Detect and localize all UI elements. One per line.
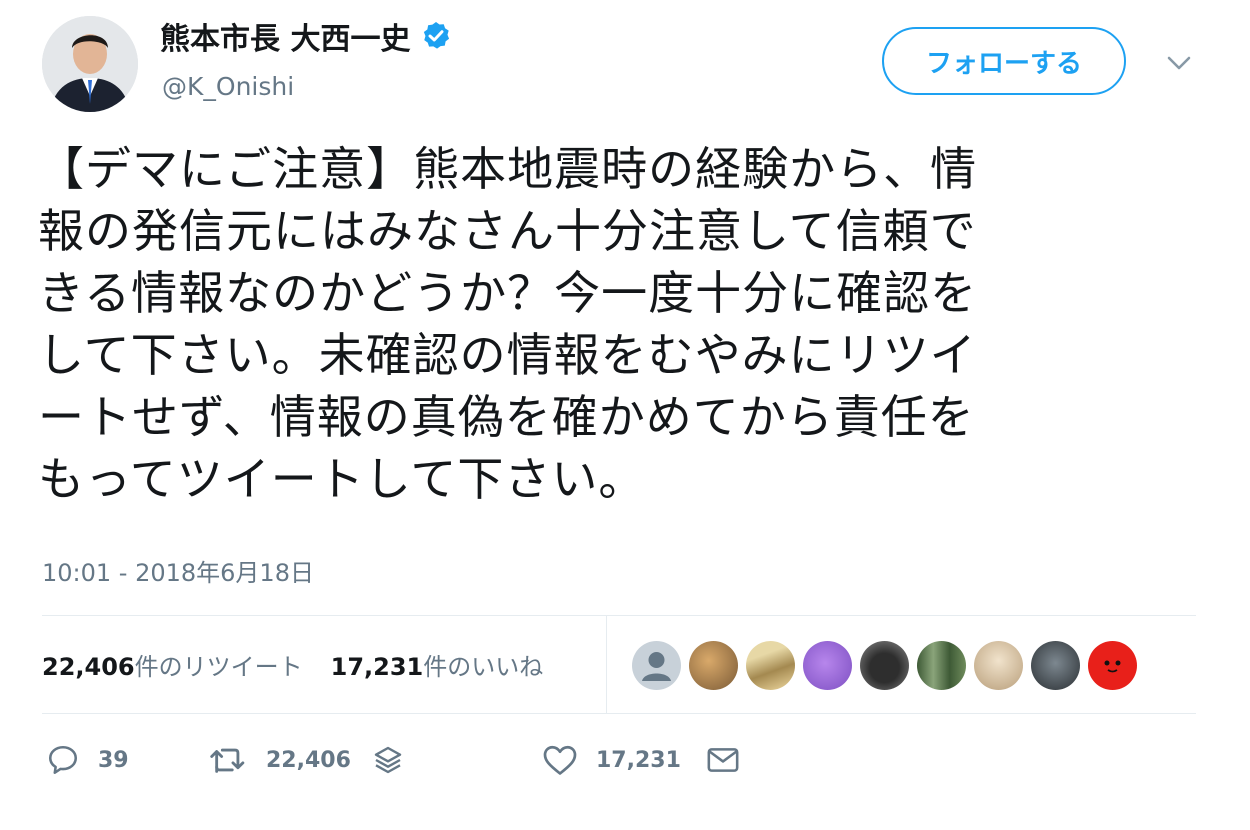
retweets-stat[interactable]: 22,406件のリツイート (42, 647, 303, 682)
liker-avatar-1[interactable] (632, 641, 681, 690)
tweet-text: 【デマにご注意】熊本地震時の経験から、情 報の発信元にはみなさん十分注意して信頼… (38, 142, 978, 506)
likes-stat[interactable]: 17,231件のいいね (331, 647, 544, 682)
layers-icon (374, 746, 402, 774)
more-menu-button[interactable] (1162, 48, 1196, 78)
retweet-button[interactable]: 22,406 (208, 738, 351, 782)
liker-avatars (632, 641, 1137, 690)
default-avatar-icon (642, 652, 671, 681)
tweet-actions: 39 22,406 17,231 (46, 738, 766, 782)
author-name[interactable]: 熊本市長 大西一史 (160, 14, 452, 58)
share-stack-button[interactable] (372, 738, 404, 782)
retweet-icon (210, 748, 245, 773)
liker-avatar-5[interactable] (860, 641, 909, 690)
likes-stat-label: 件のいいね (423, 653, 544, 681)
tweet-card: 熊本市長 大西一史 @K_Onishi フォローする 【デマにご注意】熊本地震時… (0, 0, 1250, 830)
verified-badge-icon (420, 20, 452, 52)
heart-icon (543, 745, 577, 775)
red-character-icon (1104, 660, 1121, 673)
retweet-count: 22,406 (266, 747, 351, 773)
reply-count: 39 (98, 747, 129, 773)
liker-avatar-8[interactable] (1031, 641, 1080, 690)
reply-icon (48, 745, 78, 775)
tweet-stats: 22,406件のリツイート 17,231件のいいね (42, 616, 543, 713)
liker-avatar-6[interactable] (917, 641, 966, 690)
direct-message-button[interactable] (706, 738, 740, 782)
display-name-text: 熊本市長 大西一史 (160, 22, 411, 57)
liker-avatar-4[interactable] (803, 641, 852, 690)
tweet-timestamp[interactable]: 10:01 - 2018年6月18日 (42, 553, 314, 588)
envelope-icon (707, 748, 739, 772)
divider (42, 713, 1196, 714)
retweets-stat-count: 22,406 (42, 653, 135, 681)
liker-avatar-3[interactable] (746, 641, 795, 690)
reply-button[interactable]: 39 (46, 738, 129, 782)
like-button[interactable]: 17,231 (542, 738, 681, 782)
like-count: 17,231 (596, 747, 681, 773)
profile-photo (42, 16, 138, 112)
author-avatar[interactable] (42, 16, 138, 112)
divider (606, 616, 607, 713)
author-handle[interactable]: @K_Onishi (162, 72, 294, 101)
chevron-down-icon (1167, 56, 1191, 70)
likes-stat-count: 17,231 (330, 653, 424, 681)
liker-avatar-2[interactable] (689, 641, 738, 690)
liker-avatar-7[interactable] (974, 641, 1023, 690)
liker-avatar-9[interactable] (1088, 641, 1137, 690)
follow-button[interactable]: フォローする (882, 27, 1126, 95)
retweets-stat-label: 件のリツイート (134, 653, 303, 681)
